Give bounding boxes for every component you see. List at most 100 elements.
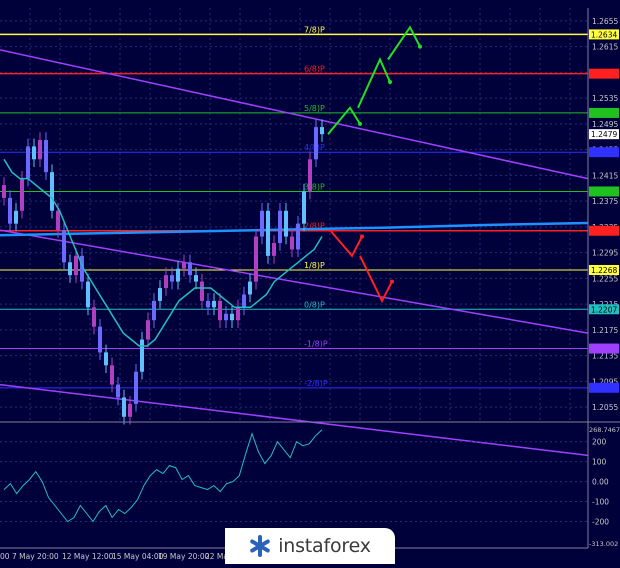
price-tick-label: 1.2655 <box>592 17 618 26</box>
candle-body <box>236 307 240 321</box>
candle-body <box>224 313 228 321</box>
candle-body <box>212 300 216 308</box>
candle-body <box>74 255 78 276</box>
candle-body <box>290 236 294 250</box>
candle-body <box>152 300 156 321</box>
murray-label: 7/8)P <box>304 25 325 34</box>
cci-tick-label: 0.00 <box>592 478 609 487</box>
candle-body <box>164 275 168 289</box>
candle-body <box>128 403 132 417</box>
cci-min-label: -313.002 <box>589 540 618 548</box>
time-tick-label: 7 May 20:00 <box>12 552 59 561</box>
candle-body <box>92 307 96 327</box>
candle-body <box>284 210 288 237</box>
price-badge-label: 1.2479 <box>591 130 617 139</box>
forecast-up-arrow-head <box>358 121 362 126</box>
candle-body <box>116 384 120 398</box>
cci-tick-label: 200 <box>592 438 607 447</box>
murray-badge <box>589 147 619 158</box>
candle-body <box>266 210 270 256</box>
forecast-down-arrow-head <box>390 279 394 284</box>
candle-body <box>206 300 210 308</box>
candle-body <box>218 300 222 321</box>
candle-body <box>104 352 108 366</box>
cci-tick-label: -200 <box>592 517 609 526</box>
price-tick-label: 1.2055 <box>592 403 618 412</box>
candle-body <box>14 210 18 224</box>
price-tick-label: 1.2495 <box>592 120 618 129</box>
candle-body <box>134 371 138 404</box>
price-tick-label: 1.2175 <box>592 326 618 335</box>
candle-body <box>296 223 300 250</box>
candle-body <box>320 127 324 135</box>
candle-body <box>230 313 234 321</box>
brand-name: instaforex <box>278 535 371 557</box>
candle-body <box>188 262 192 276</box>
candle-body <box>68 262 72 276</box>
candle-body <box>278 210 282 243</box>
murray-badge <box>589 107 619 118</box>
candle-body <box>248 281 252 295</box>
price-tick-label: 1.2375 <box>592 197 618 206</box>
forecast-down-arrow-head <box>360 234 364 239</box>
candle-body <box>140 339 144 372</box>
cci-max-label: 268.7467 <box>589 426 620 434</box>
candle-body <box>56 210 60 231</box>
cci-tick-label: -100 <box>592 498 609 507</box>
price-badge-label: 1.2268 <box>591 266 617 275</box>
candle-body <box>8 197 12 224</box>
instaforex-logo-icon <box>249 535 271 557</box>
candle-body <box>170 275 174 282</box>
candle-body <box>110 365 114 385</box>
candle-body <box>50 172 54 211</box>
murray-badge <box>589 68 619 79</box>
cci-tick-label: 100 <box>592 458 607 467</box>
instaforex-watermark: instaforex <box>225 528 395 564</box>
candle-body <box>176 268 180 282</box>
candle-body <box>44 139 48 173</box>
candle-body <box>86 281 90 308</box>
chart-canvas: 7/8)P6/8)P5/8)P4/8)P3/8)P2/8)P1/8)P0/8)P… <box>0 0 620 564</box>
candle-body <box>158 288 162 301</box>
candle-body <box>20 178 24 211</box>
price-badge-label: 1.2634 <box>591 30 617 39</box>
forex-chart: 7/8)P6/8)P5/8)P4/8)P3/8)P2/8)P1/8)P0/8)P… <box>0 0 620 564</box>
candle-body <box>98 326 102 353</box>
candle-body <box>146 320 150 340</box>
forecast-up-arrow-head <box>418 44 422 49</box>
candle-body <box>260 210 264 237</box>
murray-label: 6/8)P <box>304 65 325 74</box>
murray-label: 3/8)P <box>304 182 325 191</box>
candle-body <box>314 127 318 160</box>
candle-body <box>182 262 186 269</box>
candle-body <box>122 397 126 417</box>
murray-label: -2/8)P <box>304 379 328 388</box>
murray-badge <box>589 225 619 236</box>
candle-body <box>62 230 66 263</box>
murray-badge <box>589 382 619 393</box>
time-tick-label: 15 May 04:00 <box>112 552 164 561</box>
candle-body <box>32 146 36 160</box>
candle-body <box>242 294 246 308</box>
candle-body <box>38 139 42 160</box>
murray-label: -1/8)P <box>304 340 328 349</box>
murray-label: 1/8)P <box>304 261 325 270</box>
time-tick-label: 12 May 12:00 <box>62 552 114 561</box>
time-tick-label: 19 May 20:00 <box>158 552 210 561</box>
murray-badge <box>589 343 619 354</box>
candle-body <box>302 191 306 224</box>
price-tick-label: 1.2255 <box>592 274 618 283</box>
forecast-up-arrow-head <box>388 80 392 85</box>
candle-body <box>26 146 30 179</box>
murray-label: 0/8)P <box>304 300 325 309</box>
price-tick-label: 1.2415 <box>592 171 618 180</box>
candle-body <box>272 242 276 256</box>
price-tick-label: 1.2535 <box>592 94 618 103</box>
murray-label: 5/8)P <box>304 104 325 113</box>
candle-body <box>194 275 198 282</box>
price-badge-label: 1.2207 <box>591 305 617 314</box>
time-tick-label: 00 <box>0 552 10 561</box>
candle-body <box>2 185 6 198</box>
candle-body <box>200 281 204 301</box>
murray-badge <box>589 186 619 197</box>
